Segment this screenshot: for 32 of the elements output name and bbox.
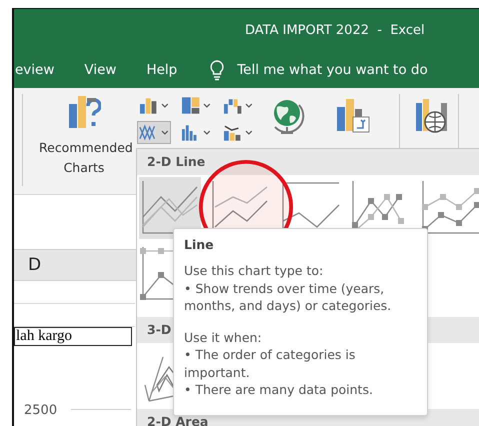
globe-chart-icon[interactable] xyxy=(414,97,450,135)
tooltip-text: Use this chart type to: xyxy=(184,262,324,280)
tooltip-text: • There are many data points. xyxy=(184,381,374,398)
bar-chart-icon xyxy=(139,96,158,115)
caret-icon xyxy=(161,103,169,108)
caret-icon xyxy=(245,130,253,135)
chart-type-button[interactable] xyxy=(137,121,171,144)
search-field[interactable]: Tell me what you want to do xyxy=(237,62,428,78)
column-header[interactable]: D xyxy=(28,255,42,275)
waterfall-icon xyxy=(223,96,242,115)
ribbon-tab[interactable]: View xyxy=(84,62,116,78)
caret-icon xyxy=(203,130,211,135)
tooltip-text: • The order of categories is important. xyxy=(184,346,356,381)
ribbon-tab[interactable]: Help xyxy=(146,62,178,78)
recommended-charts-button[interactable]: Recommended Charts xyxy=(35,94,133,178)
caret-icon xyxy=(203,103,211,108)
combo-chart-icon xyxy=(223,123,242,142)
tooltip-text: Use it when: xyxy=(184,328,263,346)
window-title: DATA IMPORT 2022 - Excel xyxy=(245,23,425,38)
treemap-icon xyxy=(181,96,200,115)
table-cell: lah kargo xyxy=(14,327,132,346)
line-chart-option[interactable] xyxy=(139,177,201,239)
lightbulb-icon xyxy=(209,59,226,81)
section-header: 2-D Line xyxy=(137,149,479,175)
pivot-chart-icon[interactable] xyxy=(335,97,371,135)
axis-label: 2500 xyxy=(24,403,58,418)
ribbon-tab[interactable]: eview xyxy=(15,62,54,78)
caret-icon xyxy=(245,103,253,108)
chart-question-icon xyxy=(67,94,101,130)
tooltip-title: Line xyxy=(184,237,215,252)
caret-icon xyxy=(161,130,169,135)
tooltip-text: • Show trends over time (years, months, and days) or categories. xyxy=(184,280,392,314)
